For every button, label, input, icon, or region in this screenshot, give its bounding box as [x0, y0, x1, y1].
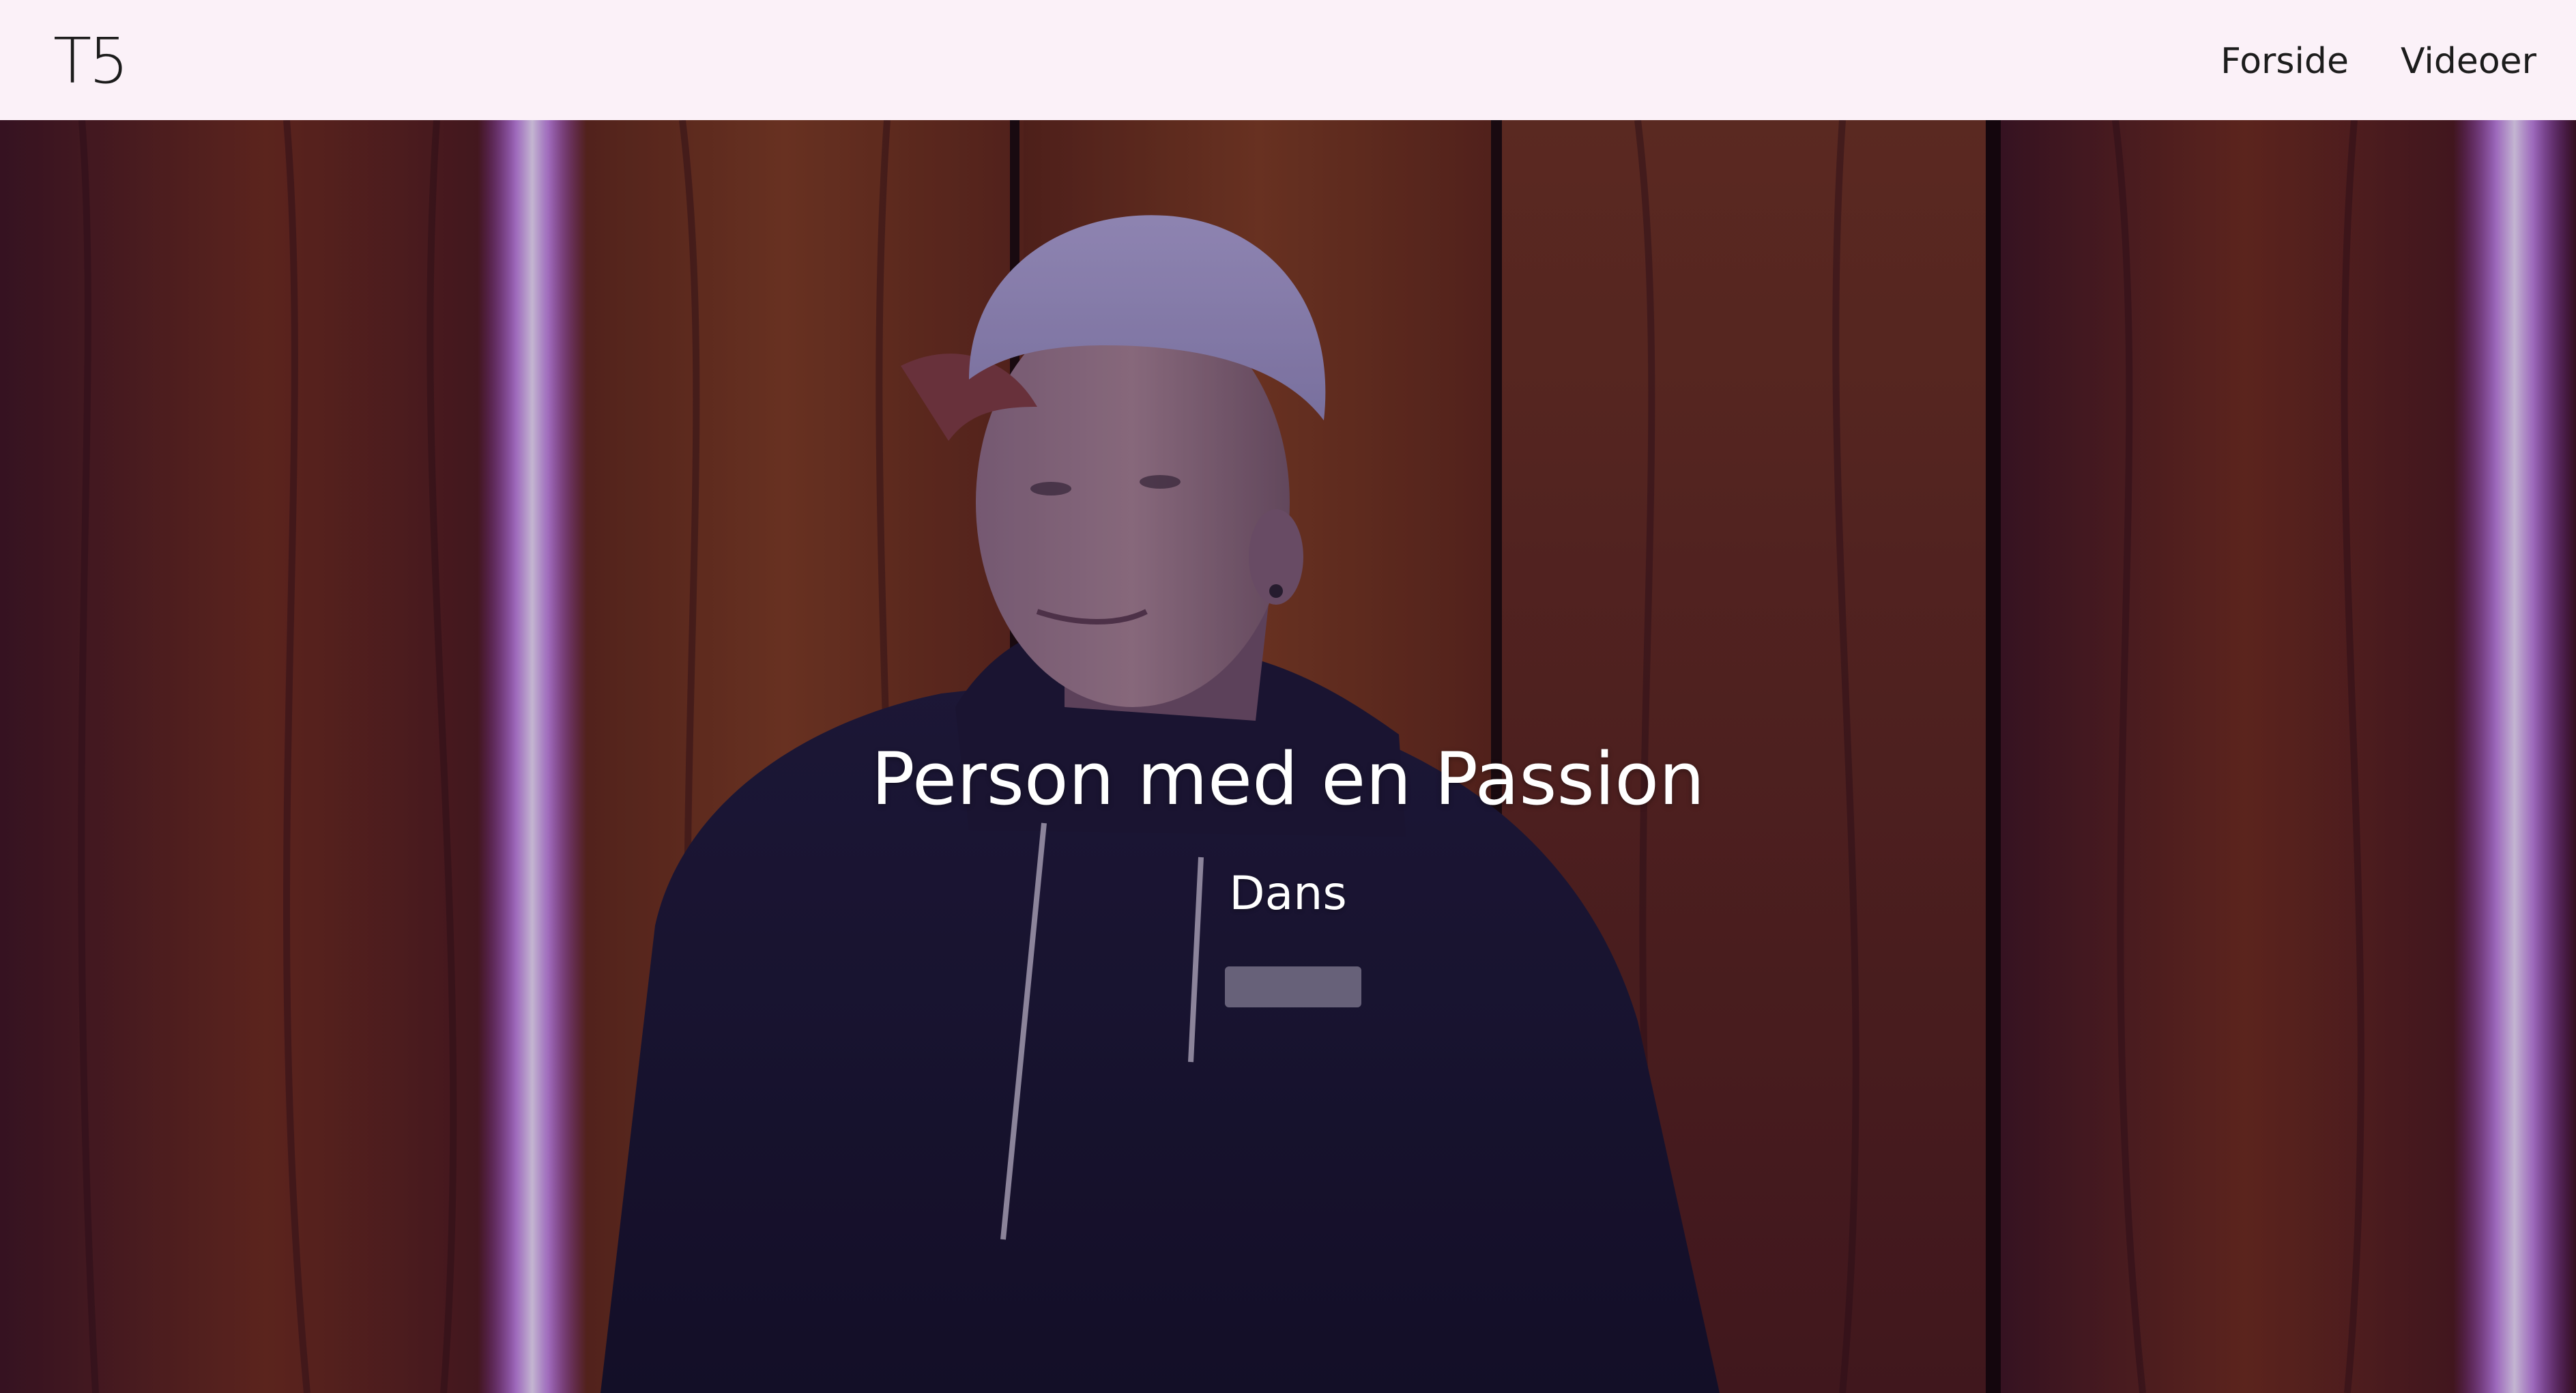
main-nav: Forside Videoer	[2220, 34, 2536, 89]
nav-link-forside[interactable]: Forside	[2220, 34, 2349, 89]
hero-section: Person med en Passion Dans	[0, 120, 2576, 1393]
hero-subtitle: Dans	[1229, 867, 1347, 921]
hero-title: Person med en Passion	[871, 737, 1705, 821]
site-header: T5 Forside Videoer	[0, 0, 2576, 120]
site-logo[interactable]: T5	[53, 20, 129, 102]
nav-link-videoer[interactable]: Videoer	[2401, 34, 2536, 89]
